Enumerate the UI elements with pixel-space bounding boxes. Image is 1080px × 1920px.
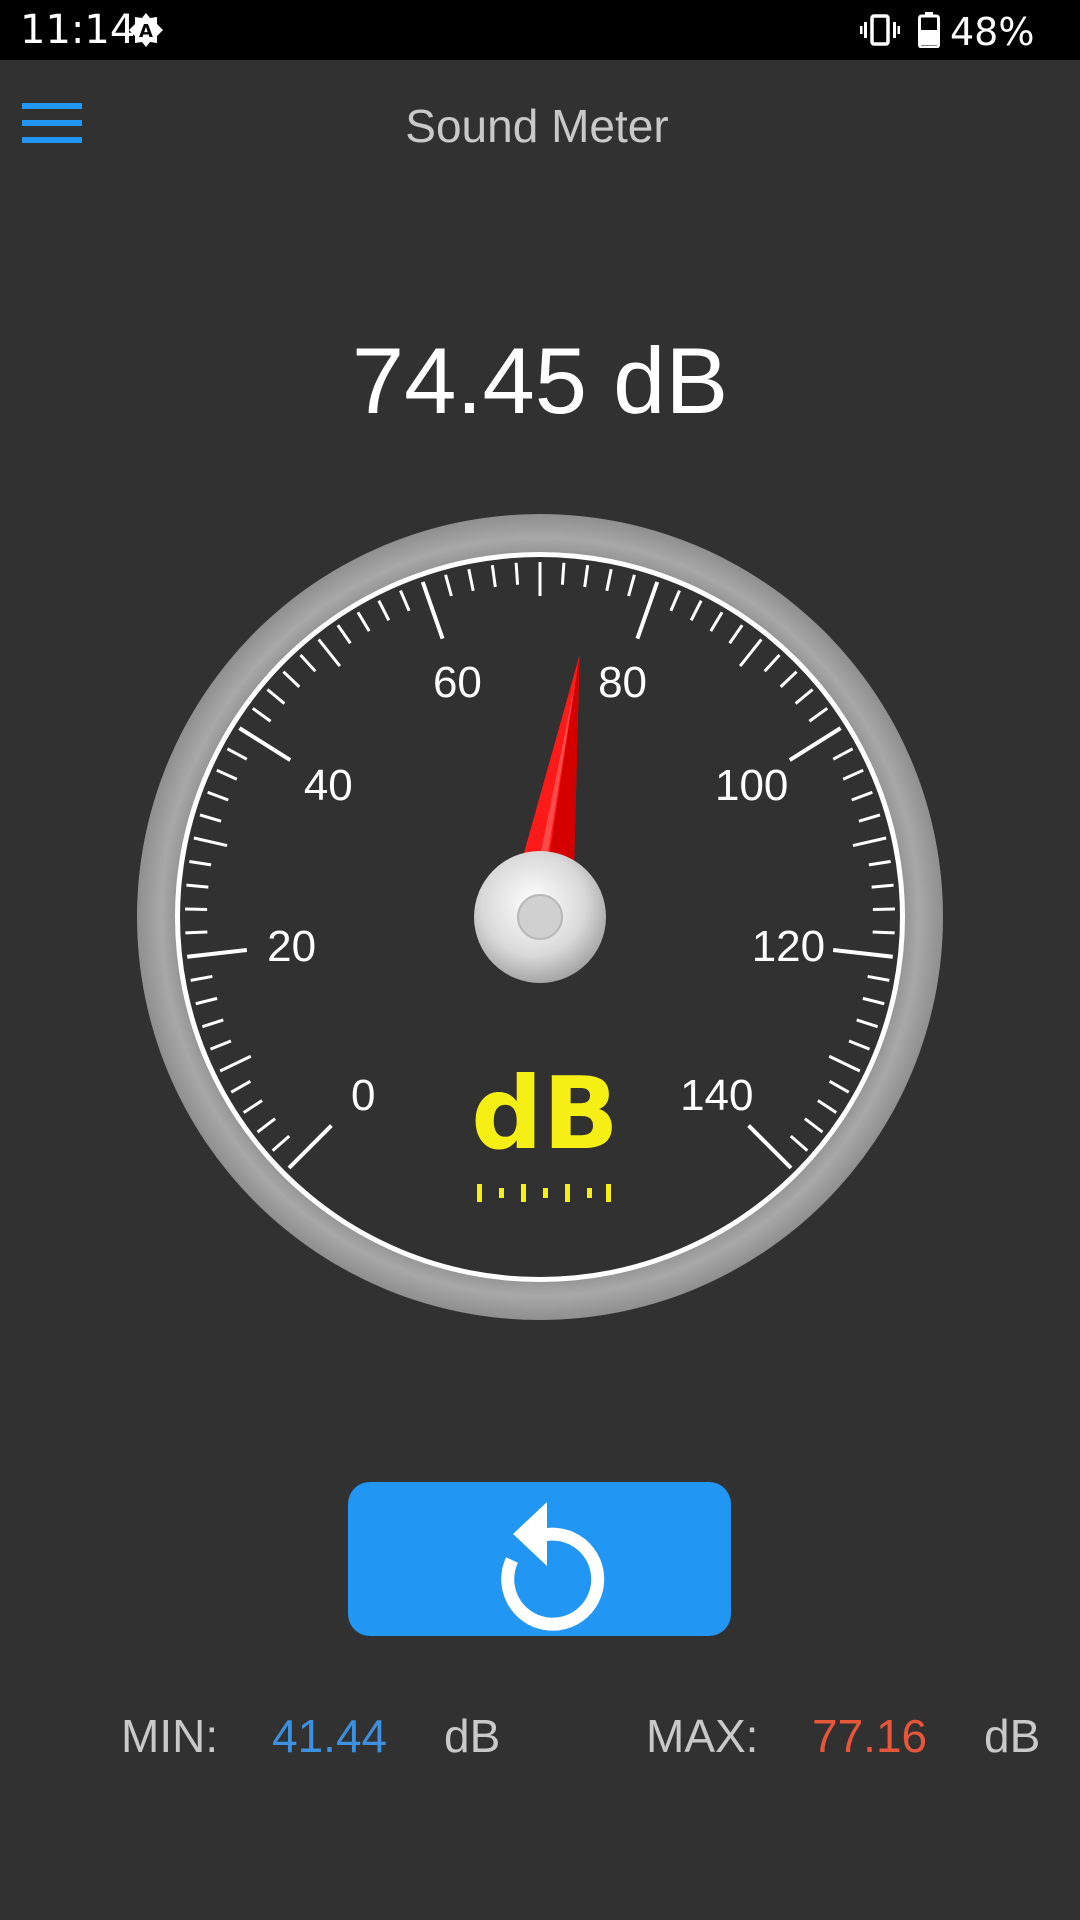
scale-label: 140 [680, 1071, 753, 1120]
max-unit: dB [984, 1710, 1041, 1762]
minor-tick [514, 562, 520, 585]
minor-tick [185, 930, 208, 935]
min-label: MIN: [121, 1710, 219, 1762]
gauge-unit-label: dB [471, 1055, 619, 1172]
minor-tick [872, 930, 895, 935]
scale-label: 100 [715, 761, 788, 810]
reset-button[interactable] [348, 1482, 731, 1636]
scale-label: 0 [351, 1071, 375, 1120]
scale-label: 120 [752, 922, 825, 971]
scale-label: 60 [433, 658, 482, 707]
scale-label: 80 [598, 658, 647, 707]
max-label: MAX: [646, 1710, 759, 1762]
minor-tick [871, 883, 894, 889]
scale-label: 20 [267, 922, 316, 971]
minor-tick [560, 562, 566, 585]
max-value: 77.16 [812, 1710, 928, 1762]
min-unit: dB [444, 1710, 501, 1762]
minor-tick [186, 883, 209, 889]
scale-label: 40 [304, 761, 353, 810]
min-value: 41.44 [272, 1710, 388, 1762]
reset-icon [501, 1502, 605, 1631]
gauge-hub-cap [517, 894, 563, 940]
